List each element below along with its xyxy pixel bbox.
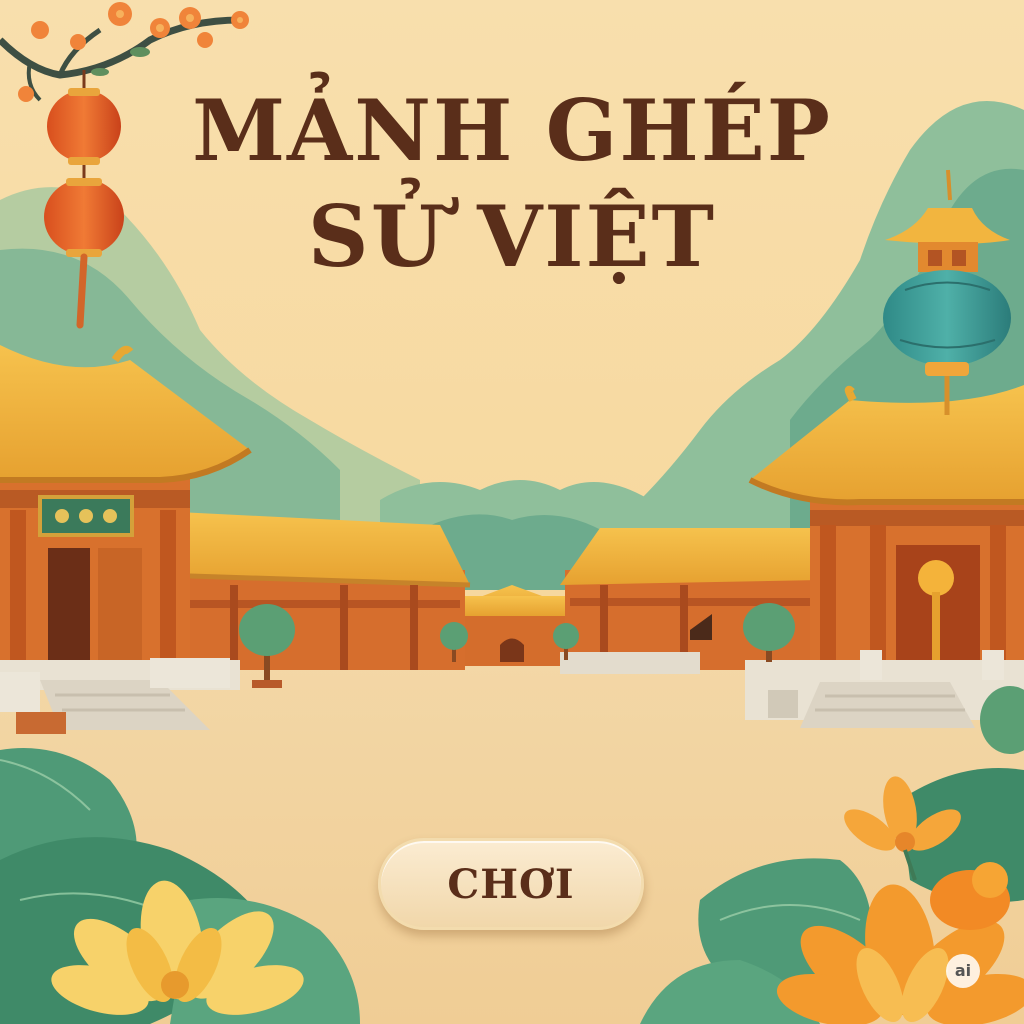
- left-hall-building: [159, 512, 471, 670]
- game-title: MẢNH GHÉP SỬ VIỆT: [0, 78, 1024, 290]
- title-screen: MẢNH GHÉP SỬ VIỆT CHƠI ai: [0, 0, 1024, 1024]
- game-title-line-2: SỬ VIỆT: [307, 187, 717, 286]
- game-title-line-1: MẢNH GHÉP: [192, 81, 832, 180]
- ai-watermark: ai: [946, 954, 980, 988]
- play-button[interactable]: CHƠI: [378, 838, 644, 930]
- right-hall-building: [560, 528, 820, 670]
